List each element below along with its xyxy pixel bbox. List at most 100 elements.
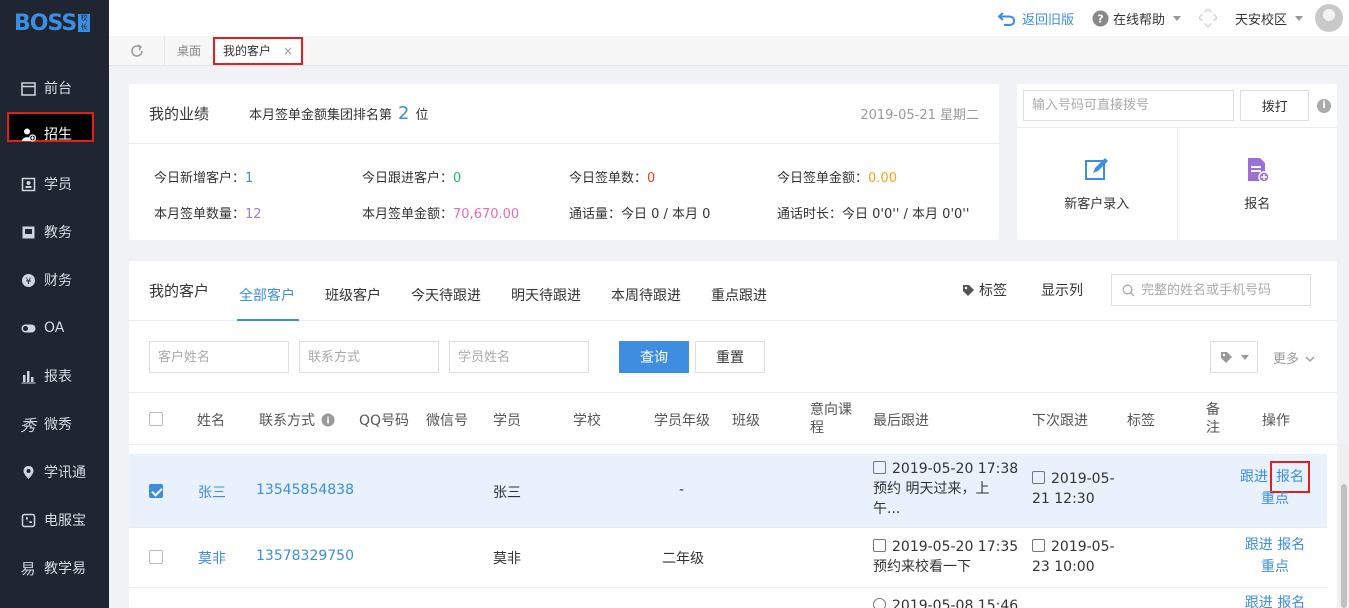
col-course-line1: 意向课 <box>810 402 852 418</box>
tab-desktop[interactable]: 桌面 <box>165 36 213 66</box>
customer-phone-link[interactable]: 13545854838 <box>256 482 354 498</box>
row-checkbox[interactable] <box>149 550 163 564</box>
sidebar-item-label: 教学易 <box>44 561 86 577</box>
customer-search[interactable] <box>1111 274 1311 306</box>
rank-prefix: 本月签单金额集团排名第 <box>249 108 393 123</box>
enroll-shortcut-button[interactable]: 报名 <box>1176 128 1338 240</box>
ranking-text: 本月签单金额集团排名第 2 位 <box>249 103 428 124</box>
sidebar-item-label: 报表 <box>44 369 72 385</box>
sidebar-item-label: 学员 <box>44 177 72 193</box>
toggle-icon <box>20 320 36 336</box>
row-operations: 跟进 报名 重点 <box>1240 534 1310 578</box>
logo[interactable]: BOSS 校长 <box>0 0 109 46</box>
contact-input[interactable] <box>299 341 439 373</box>
performance-title: 我的业绩 <box>149 105 210 123</box>
sidebar-item-academic[interactable]: 教务 <box>0 208 109 256</box>
key-follow-link[interactable]: 重点 <box>1261 559 1289 575</box>
new-customer-label: 新客户录入 <box>1064 196 1130 212</box>
sidebar-item-reports[interactable]: 报表 <box>0 352 109 400</box>
refresh-button[interactable] <box>109 35 165 66</box>
dial-number-input[interactable] <box>1023 90 1235 121</box>
customers-title: 我的客户 <box>149 282 210 300</box>
sidebar: BOSS 校长 前台 招生 学员 教务 ¥ 财务 OA 报表 秀 微秀 学讯通 … <box>0 0 109 608</box>
sidebar-item-jiaoxueyi[interactable]: 易 教学易 <box>0 544 109 592</box>
follow-up-link[interactable]: 跟进 <box>1240 469 1268 485</box>
sidebar-item-students[interactable]: 学员 <box>0 160 109 208</box>
student-name-input[interactable] <box>449 341 589 373</box>
sidebar-item-xuexuntong[interactable]: 学讯通 <box>0 448 109 496</box>
grade-cell: - <box>679 482 685 498</box>
row-operations: 跟进 报名 <box>1240 592 1310 608</box>
enroll-link[interactable]: 报名 <box>1270 461 1310 493</box>
col-contact-label: 联系方式 <box>259 413 315 429</box>
sidebar-item-weixiu[interactable]: 秀 微秀 <box>0 400 109 448</box>
col-tag: 标签 <box>1127 413 1155 429</box>
col-note-line2: 注 <box>1206 420 1220 436</box>
customer-name-link[interactable]: 张三 <box>198 482 226 502</box>
more-filters-button[interactable]: 更多 <box>1273 348 1315 367</box>
follow-up-link[interactable]: 跟进 <box>1245 537 1273 553</box>
bar-chart-icon <box>20 368 36 384</box>
tag-button[interactable]: 标签 <box>962 280 1007 300</box>
sidebar-item-frontdesk[interactable]: 前台 <box>0 64 109 112</box>
back-to-old-version-link[interactable]: 返回旧版 <box>997 9 1074 28</box>
tab-follow-tomorrow[interactable]: 明天待跟进 <box>511 261 581 321</box>
tab-my-customers[interactable]: 我的客户 × <box>213 36 304 65</box>
online-help-menu[interactable]: ? 在线帮助 <box>1092 9 1181 28</box>
stat-value: 12 <box>245 207 262 222</box>
brand-sub: 校长 <box>78 14 91 32</box>
enroll-link[interactable]: 报名 <box>1277 537 1305 553</box>
table-row[interactable]: 莫非 13578329750 莫非 二年级 2019-05-20 17:35 预… <box>129 528 1327 588</box>
avatar[interactable] <box>1315 4 1343 32</box>
clock-icon <box>873 598 886 608</box>
last-follow-time: 2019-05-20 17:35 <box>892 539 1019 555</box>
campus-label: 天安校区 <box>1234 12 1287 28</box>
next-follow-time: 21 12:30 <box>1032 491 1095 507</box>
customer-name-link[interactable]: 莫非 <box>198 548 226 568</box>
table-row[interactable]: 2019-05-08 15:46 跟进 报名 <box>129 588 1327 608</box>
customer-search-input[interactable] <box>1141 282 1301 298</box>
sidebar-item-oa[interactable]: OA <box>0 304 109 352</box>
tab-follow-today[interactable]: 今天待跟进 <box>411 261 481 321</box>
xiu-icon: 秀 <box>20 416 37 435</box>
key-follow-link[interactable]: 重点 <box>1261 491 1289 507</box>
sidebar-item-label: OA <box>44 320 65 336</box>
call-button[interactable]: 拨打 <box>1240 90 1310 121</box>
sidebar-item-dianfubao[interactable]: 电服宝 <box>0 496 109 544</box>
info-icon[interactable]: i <box>321 413 335 427</box>
new-customer-button[interactable]: 新客户录入 <box>1017 128 1177 240</box>
reset-button[interactable]: 重置 <box>695 341 765 373</box>
tab-class-customers[interactable]: 班级客户 <box>325 261 381 321</box>
row-checkbox[interactable] <box>149 484 163 498</box>
tag-filter-dropdown[interactable] <box>1210 341 1258 373</box>
svg-text:?: ? <box>1097 12 1103 25</box>
select-all-checkbox[interactable] <box>149 412 163 426</box>
customer-phone-link[interactable]: 13578329750 <box>256 548 354 564</box>
fullscreen-button[interactable] <box>1198 9 1217 27</box>
close-icon[interactable]: × <box>283 39 293 63</box>
customer-name-input[interactable] <box>149 341 289 373</box>
tab-key-follow[interactable]: 重点跟进 <box>711 261 767 321</box>
tab-all-customers[interactable]: 全部客户 <box>237 261 300 321</box>
filter-bar: 查询 重置 更多 <box>129 321 1337 393</box>
login-icon <box>1032 471 1045 484</box>
col-intended-course: 意向课程 <box>810 401 852 437</box>
campus-selector[interactable]: 天安校区 <box>1235 9 1303 28</box>
sidebar-item-enrollment[interactable]: 招生 <box>0 110 109 158</box>
table-row[interactable]: 张三 13545854838 张三 - 2019-05-20 17:38 预约 … <box>129 454 1327 528</box>
sidebar-item-finance[interactable]: ¥ 财务 <box>0 256 109 304</box>
scrollbar-thumb[interactable] <box>1341 484 1347 608</box>
page-scrollbar[interactable] <box>1339 444 1349 608</box>
info-icon[interactable]: i <box>1317 98 1331 113</box>
login-icon <box>873 539 886 552</box>
display-columns-button[interactable]: 显示列 <box>1041 280 1083 300</box>
query-button[interactable]: 查询 <box>619 341 689 373</box>
follow-up-link[interactable]: 跟进 <box>1245 595 1273 608</box>
chevron-down-icon <box>1295 15 1303 21</box>
stat-label: 本月签单数量： <box>154 207 246 222</box>
id-card-icon <box>20 176 36 192</box>
tab-follow-week[interactable]: 本周待跟进 <box>611 261 681 321</box>
sidebar-item-label: 财务 <box>44 273 72 289</box>
enroll-link[interactable]: 报名 <box>1277 595 1305 608</box>
sidebar-item-label: 前台 <box>44 81 72 97</box>
